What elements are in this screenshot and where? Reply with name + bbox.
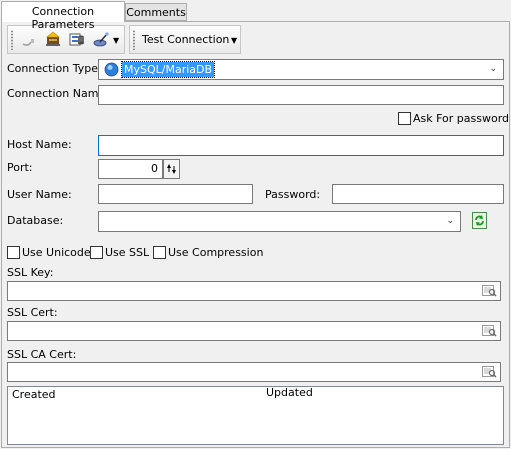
info-grid: Created Updated	[7, 386, 504, 445]
toolbar-grip[interactable]	[133, 30, 135, 50]
password-input[interactable]	[332, 184, 504, 204]
port-spinner-icon[interactable]	[163, 159, 180, 179]
ask-for-password-checkbox[interactable]	[398, 112, 411, 125]
ssl-key-input[interactable]	[7, 281, 501, 301]
connection-type-select[interactable]: MySQL/MariaDB ⌄	[98, 59, 504, 80]
test-toolbar: Test Connection ▼	[129, 25, 241, 54]
chevron-down-icon[interactable]: ⌄	[489, 64, 497, 74]
database-icon[interactable]	[68, 31, 86, 49]
connection-type-label: Connection Type:	[7, 62, 102, 75]
connection-type-value: MySQL/MariaDB	[120, 61, 216, 78]
tab-label: Comments	[126, 6, 186, 19]
ask-for-password-label[interactable]: Ask For password	[413, 112, 509, 125]
database-label: Database:	[7, 214, 64, 227]
ssl-key-label: SSL Key:	[7, 266, 54, 279]
use-unicode-label[interactable]: Use Unicode	[22, 246, 91, 259]
port-input[interactable]: 0	[98, 159, 163, 179]
connection-name-label: Connection Name:	[7, 87, 109, 100]
browse-icon[interactable]	[482, 365, 497, 378]
ssl-cert-label: SSL Cert:	[7, 306, 58, 319]
updated-column-header: Updated	[266, 386, 313, 399]
use-ssl-checkbox[interactable]	[90, 246, 103, 259]
test-connection-button[interactable]: Test Connection	[142, 33, 229, 46]
use-compression-checkbox[interactable]	[153, 246, 166, 259]
chevron-down-icon[interactable]: ▼	[231, 36, 237, 45]
tab-connection-parameters[interactable]: Connection Parameters	[1, 1, 125, 31]
tab-label: Connection Parameters	[31, 5, 95, 31]
browse-icon[interactable]	[482, 284, 497, 297]
user-name-input[interactable]	[98, 184, 253, 204]
use-compression-label[interactable]: Use Compression	[168, 246, 263, 259]
chevron-down-icon[interactable]: ▼	[113, 36, 119, 45]
host-name-input[interactable]	[98, 135, 504, 156]
tab-comments[interactable]: Comments	[125, 3, 187, 21]
wand-icon[interactable]	[92, 31, 110, 49]
toolbar-grip[interactable]	[11, 30, 13, 50]
port-value: 0	[151, 162, 158, 175]
user-name-label: User Name:	[7, 188, 72, 201]
host-name-label: Host Name:	[7, 138, 72, 151]
refresh-icon[interactable]	[472, 212, 487, 229]
ssl-ca-cert-input[interactable]	[7, 362, 501, 382]
use-unicode-checkbox[interactable]	[7, 246, 20, 259]
created-column-header: Created	[12, 388, 56, 401]
password-label: Password:	[265, 188, 321, 201]
port-label: Port:	[7, 161, 33, 174]
chevron-down-icon[interactable]: ⌄	[446, 216, 454, 226]
browse-icon[interactable]	[482, 324, 497, 337]
new-icon[interactable]	[44, 31, 62, 49]
connection-name-input[interactable]	[98, 85, 504, 105]
ssl-ca-cert-label: SSL CA Cert:	[7, 348, 77, 361]
connect-icon[interactable]	[19, 31, 37, 49]
use-ssl-label[interactable]: Use SSL	[105, 246, 149, 259]
database-select[interactable]: ⌄	[98, 211, 461, 232]
ssl-cert-input[interactable]	[7, 321, 501, 341]
mysql-icon	[104, 62, 119, 77]
